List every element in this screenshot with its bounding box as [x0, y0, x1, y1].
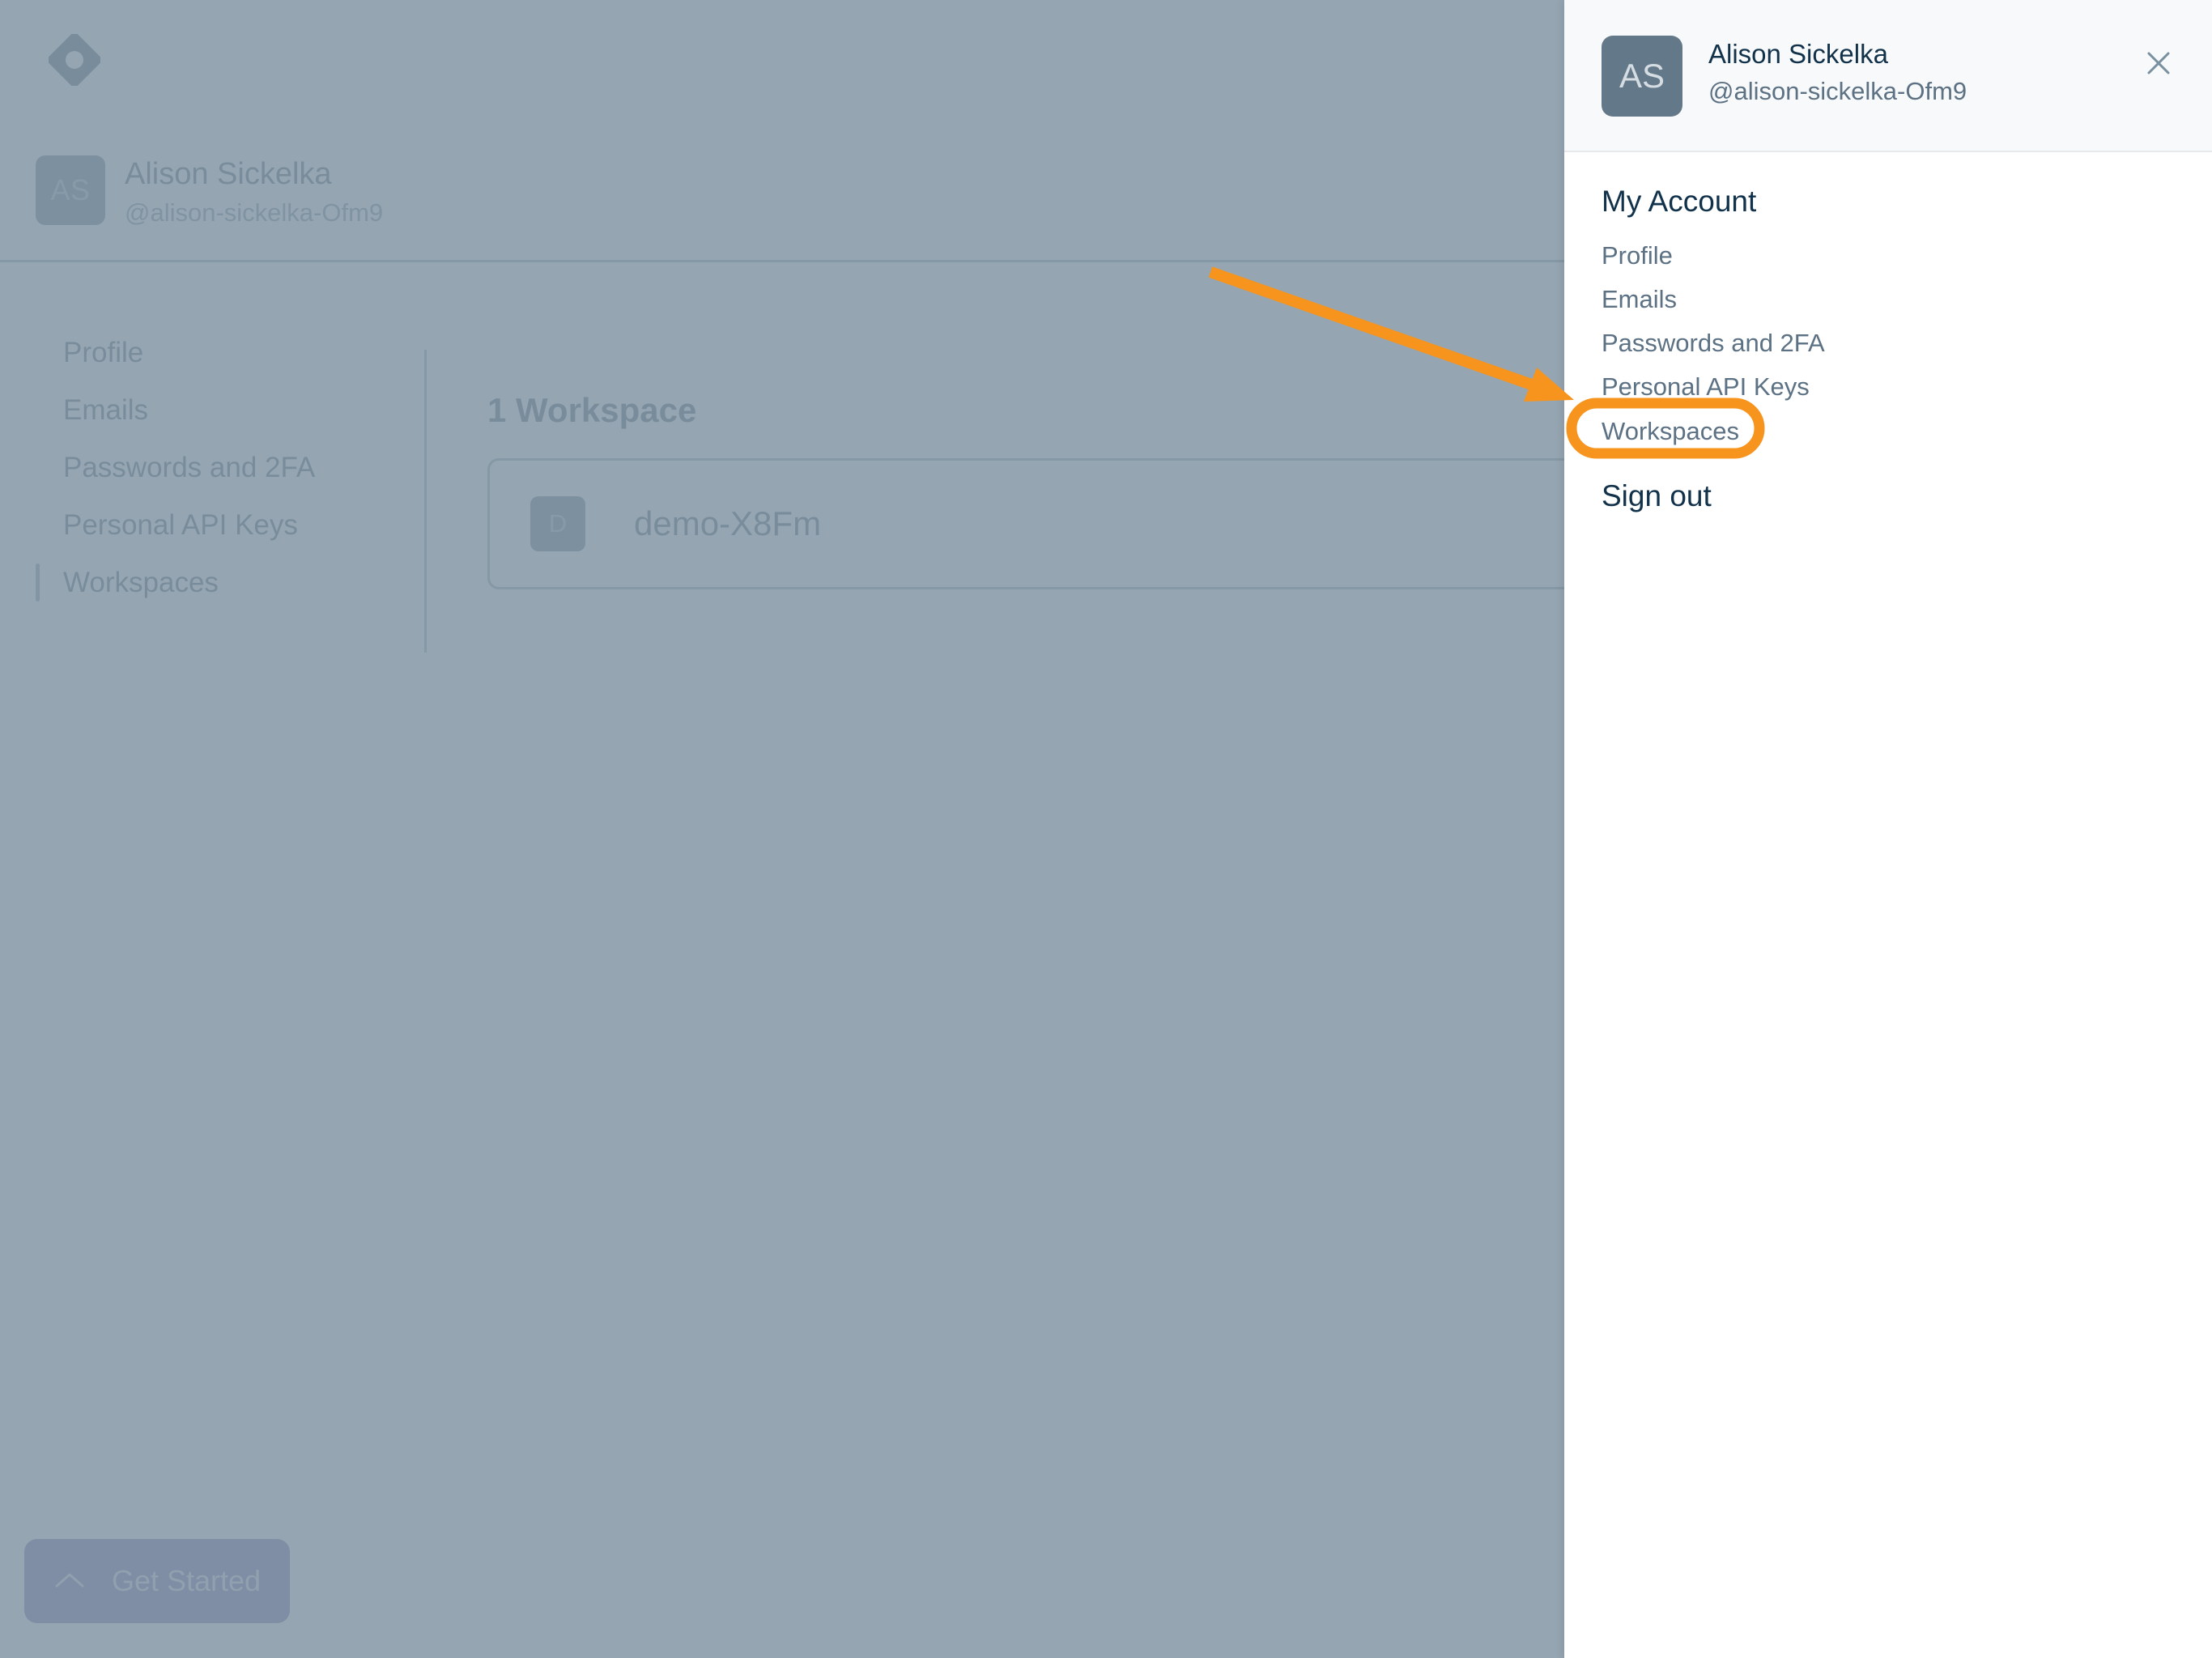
diamond-outline-logo-icon[interactable]: [47, 32, 102, 87]
panel-link-workspaces[interactable]: Workspaces: [1602, 417, 1739, 446]
workspace-list-item[interactable]: D demo-X8Fm: [487, 458, 1613, 589]
panel-header: AS Alison Sickelka @alison-sickelka-Ofm9: [1564, 0, 2212, 152]
panel-link-personal-api-keys[interactable]: Personal API Keys: [1602, 372, 1810, 402]
sidebar-item-profile[interactable]: Profile: [0, 324, 424, 381]
account-handle: @alison-sickelka-Ofm9: [125, 198, 384, 227]
chevron-up-icon: [53, 1570, 86, 1593]
sidebar-item-personal-api-keys[interactable]: Personal API Keys: [0, 496, 424, 554]
sidebar-item-label: Profile: [63, 336, 144, 368]
sidebar-item-label: Personal API Keys: [63, 508, 298, 541]
panel-section-title: My Account: [1602, 185, 1757, 218]
page-title: 1 Workspace: [487, 391, 697, 430]
settings-sidebar-nav: Profile Emails Passwords and 2FA Persona…: [0, 324, 424, 611]
avatar: AS: [1602, 36, 1682, 117]
account-side-panel: AS Alison Sickelka @alison-sickelka-Ofm9…: [1564, 0, 2212, 1658]
panel-user-name: Alison Sickelka: [1708, 39, 1888, 69]
sign-out-link[interactable]: Sign out: [1602, 479, 1712, 513]
account-name: Alison Sickelka: [125, 157, 332, 191]
sidebar-item-passwords-and-2fa[interactable]: Passwords and 2FA: [0, 439, 424, 496]
panel-user-handle: @alison-sickelka-Ofm9: [1708, 77, 1967, 105]
sidebar-divider: [424, 350, 427, 653]
panel-link-profile[interactable]: Profile: [1602, 241, 1673, 270]
sidebar-item-workspaces[interactable]: Workspaces: [0, 554, 424, 611]
get-started-button[interactable]: Get Started: [24, 1539, 290, 1623]
workspace-avatar: D: [530, 496, 585, 551]
panel-link-emails[interactable]: Emails: [1602, 285, 1677, 314]
workspace-name: demo-X8Fm: [634, 504, 822, 542]
get-started-label: Get Started: [111, 1564, 262, 1597]
close-icon[interactable]: [2136, 40, 2181, 86]
sidebar-item-label: Workspaces: [63, 566, 219, 598]
panel-link-passwords-and-2fa[interactable]: Passwords and 2FA: [1602, 329, 1825, 358]
sidebar-item-emails[interactable]: Emails: [0, 381, 424, 439]
sidebar-item-label: Emails: [63, 393, 149, 426]
avatar: AS: [36, 155, 105, 225]
sidebar-item-label: Passwords and 2FA: [63, 451, 316, 483]
